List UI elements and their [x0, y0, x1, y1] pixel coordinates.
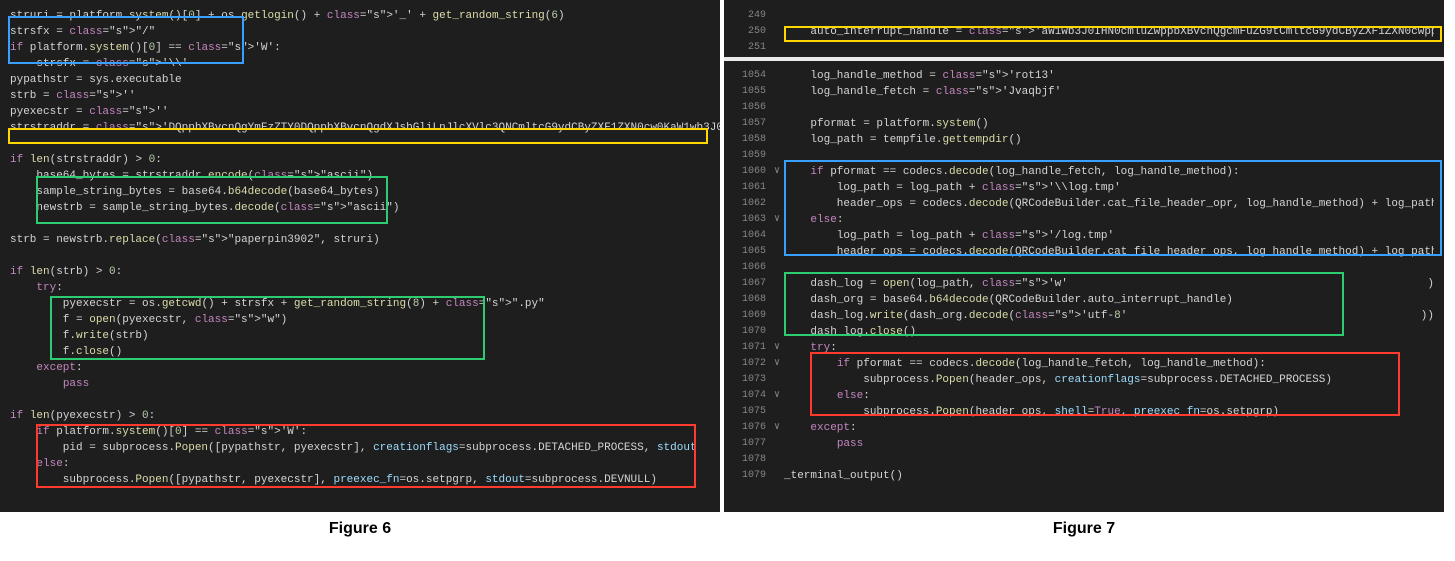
- code-line: pyexecstr = class="s">'': [10, 104, 710, 120]
- code-line: 1068 dash_org = base64.b64decode(QRCodeB…: [734, 292, 1434, 308]
- code-line: pid = subprocess.Popen([pypathstr, pyexe…: [10, 440, 710, 456]
- code-line: 1054 log_handle_method = class="s">'rot1…: [734, 68, 1434, 84]
- code-line: 1061 log_path = log_path + class="s">'\\…: [734, 180, 1434, 196]
- code-line: else:: [10, 456, 710, 472]
- code-pane-right: 249250 auto_interrupt_handle = class="s"…: [724, 0, 1444, 512]
- code-line: [10, 248, 710, 264]
- code-line: except:: [10, 360, 710, 376]
- code-line: 1057 pformat = platform.system(): [734, 116, 1434, 132]
- code-line: if platform.system()[0] == class="s">'W'…: [10, 40, 710, 56]
- code-line: pass: [10, 376, 710, 392]
- code-line: strstraddr = class="s">'DQppbXBvcnQgYmFz…: [10, 120, 710, 136]
- code-line: 1078: [734, 452, 1434, 468]
- code-line: try:: [10, 280, 710, 296]
- code-line: f.close(): [10, 344, 710, 360]
- code-line: 1073 subprocess.Popen(header_ops, creati…: [734, 372, 1434, 388]
- code-line: 1074∨ else:: [734, 388, 1434, 404]
- left-column: struri = platform.system()[0] + os.getlo…: [0, 0, 720, 538]
- code-line: strb = class="s">'': [10, 88, 710, 104]
- code-line: if len(strstraddr) > 0:: [10, 152, 710, 168]
- code-line: 1066: [734, 260, 1434, 276]
- code-line: 1065 header_ops = codecs.decode(QRCodeBu…: [734, 244, 1434, 260]
- code-line: f.write(strb): [10, 328, 710, 344]
- code-line: 1079_terminal_output(): [734, 468, 1434, 484]
- code-line: pypathstr = sys.executable: [10, 72, 710, 88]
- section-divider: [724, 57, 1444, 61]
- code-line: 1064 log_path = log_path + class="s">'/l…: [734, 228, 1434, 244]
- code-line: 1072∨ if pformat == codecs.decode(log_ha…: [734, 356, 1434, 372]
- code-line: 1070 dash_log.close(): [734, 324, 1434, 340]
- code-line: pyexecstr = os.getcwd() + strsfx + get_r…: [10, 296, 710, 312]
- right-column: 249250 auto_interrupt_handle = class="s"…: [724, 0, 1444, 538]
- code-line: 250 auto_interrupt_handle = class="s">'a…: [734, 24, 1434, 40]
- code-line: [10, 392, 710, 408]
- code-line: [10, 136, 710, 152]
- code-line: 249: [734, 8, 1434, 24]
- code-line: if len(pyexecstr) > 0:: [10, 408, 710, 424]
- code-line: strsfx = class="s">'\\': [10, 56, 710, 72]
- code-line: [10, 216, 710, 232]
- code-line: 1060∨ if pformat == codecs.decode(log_ha…: [734, 164, 1434, 180]
- code-line: 1077 pass: [734, 436, 1434, 452]
- figure-caption-right: Figure 7: [1053, 520, 1115, 538]
- code-line: 1069 dash_log.write(dash_org.decode(clas…: [734, 308, 1434, 324]
- code-line: f = open(pyexecstr, class="s">"w"): [10, 312, 710, 328]
- code-line: if platform.system()[0] == class="s">'W'…: [10, 424, 710, 440]
- code-line: 1062 header_ops = codecs.decode(QRCodeBu…: [734, 196, 1434, 212]
- code-line: 1067 dash_log = open(log_path, class="s"…: [734, 276, 1434, 292]
- code-line: subprocess.Popen([pypathstr, pyexecstr],…: [10, 472, 710, 488]
- code-line: 1056: [734, 100, 1434, 116]
- code-line: 1075 subprocess.Popen(header_ops, shell=…: [734, 404, 1434, 420]
- code-line: 1058 log_path = tempfile.gettempdir(): [734, 132, 1434, 148]
- code-line: 1063∨ else:: [734, 212, 1434, 228]
- code-line: struri = platform.system()[0] + os.getlo…: [10, 8, 710, 24]
- code-line: strsfx = class="s">"/": [10, 24, 710, 40]
- figure-caption-left: Figure 6: [329, 520, 391, 538]
- code-line: strb = newstrb.replace(class="s">"paperp…: [10, 232, 710, 248]
- code-line: 1076∨ except:: [734, 420, 1434, 436]
- code-line: sample_string_bytes = base64.b64decode(b…: [10, 184, 710, 200]
- code-pane-left: struri = platform.system()[0] + os.getlo…: [0, 0, 720, 512]
- code-line: 1071∨ try:: [734, 340, 1434, 356]
- code-line: base64_bytes = strstraddr.encode(class="…: [10, 168, 710, 184]
- code-line: if len(strb) > 0:: [10, 264, 710, 280]
- figure-comparison: struri = platform.system()[0] + os.getlo…: [0, 0, 1455, 538]
- code-line: newstrb = sample_string_bytes.decode(cla…: [10, 200, 710, 216]
- code-line: 1055 log_handle_fetch = class="s">'Jvaqb…: [734, 84, 1434, 100]
- code-line: 1059: [734, 148, 1434, 164]
- code-line: 251: [734, 40, 1434, 56]
